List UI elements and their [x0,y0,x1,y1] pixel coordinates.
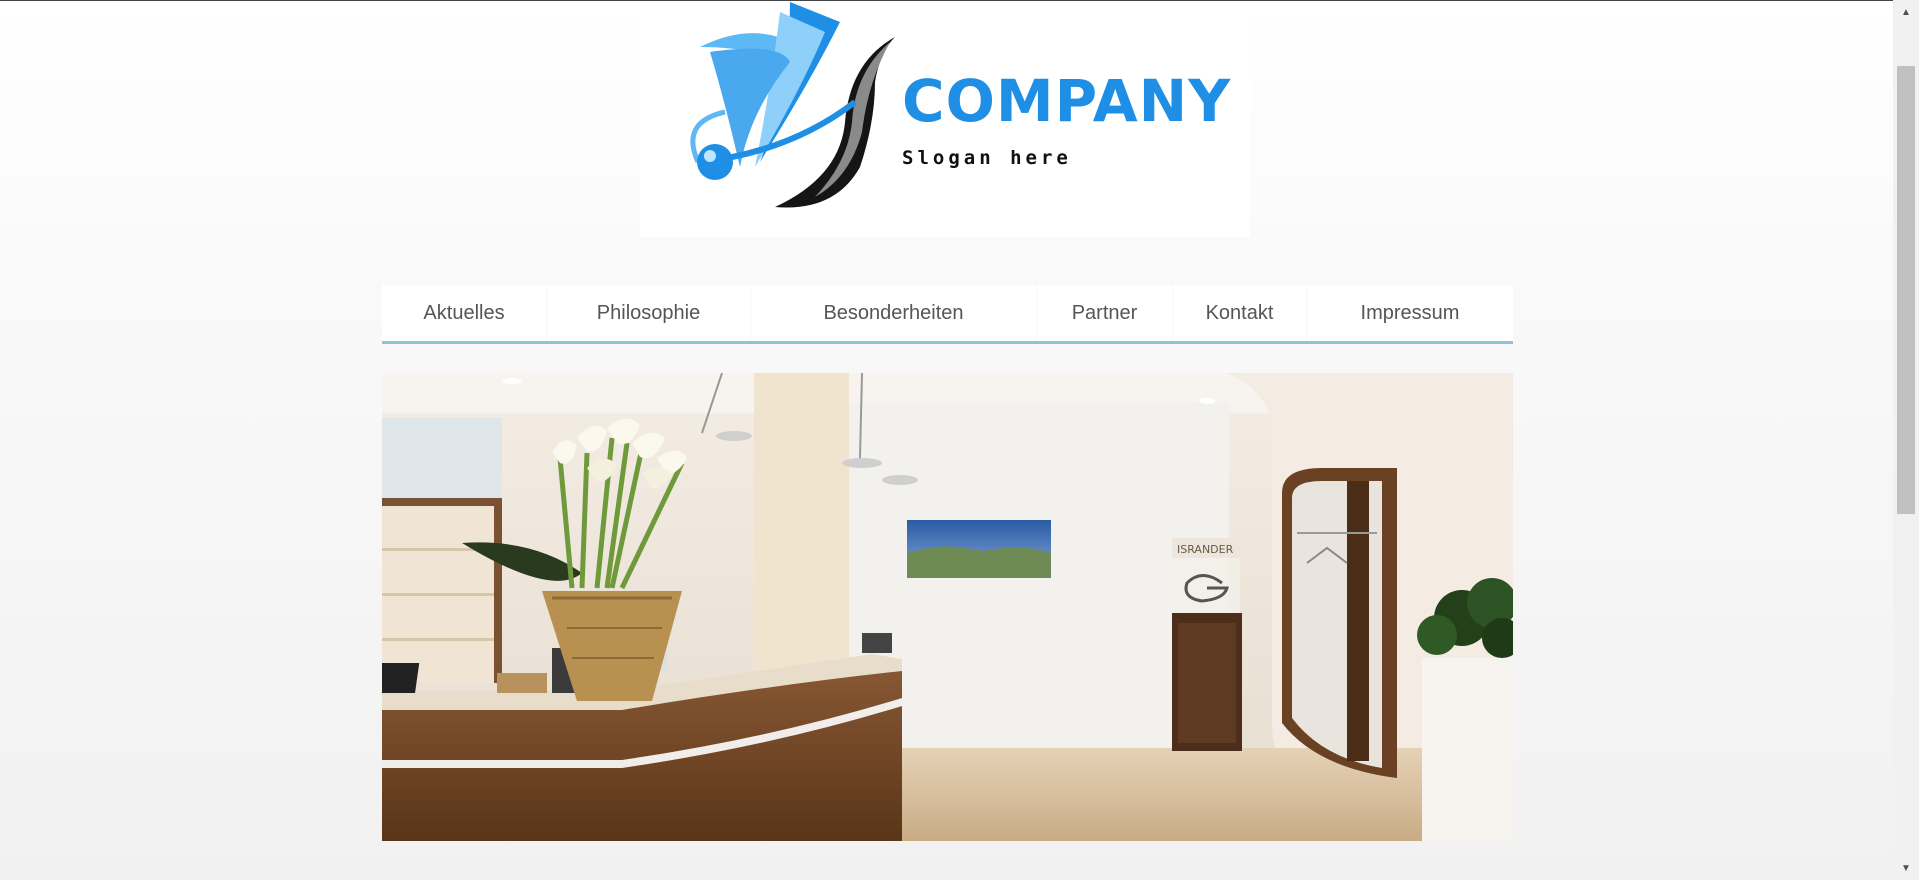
scroll-down-arrow-icon[interactable]: ▼ [1893,858,1919,878]
nav-item-partner[interactable]: Partner [1037,285,1173,341]
nav-item-impressum[interactable]: Impressum [1307,285,1513,341]
hero-image: ISRANDER [382,373,1513,841]
nav-item-kontakt[interactable]: Kontakt [1173,285,1307,341]
nav-item-philosophie[interactable]: Philosophie [547,285,751,341]
nav-item-aktuelles[interactable]: Aktuelles [382,285,547,341]
logo-company-name: COMPANY [902,67,1232,135]
company-logo[interactable]: COMPANY Slogan here [640,2,1250,237]
hero-sign-text: ISRANDER [1177,543,1234,556]
scroll-thumb[interactable] [1897,66,1915,514]
scroll-up-arrow-icon[interactable]: ▲ [1893,2,1919,22]
main-navigation: Aktuelles Philosophie Besonderheiten Par… [382,285,1513,344]
nav-item-besonderheiten[interactable]: Besonderheiten [751,285,1037,341]
vertical-scrollbar[interactable]: ▲ ▼ [1893,0,1919,880]
top-border [0,0,1893,1]
logo-slogan: Slogan here [902,147,1072,169]
